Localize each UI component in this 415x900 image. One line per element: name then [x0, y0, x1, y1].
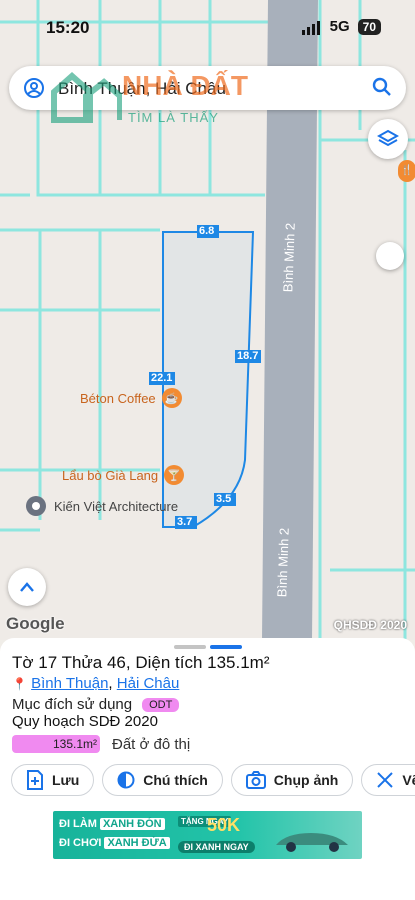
save-button[interactable]: Lưu — [11, 764, 95, 796]
signal-icon — [301, 18, 322, 35]
edge-label-right: 18.7 — [237, 350, 259, 362]
ad-line2: ĐI CHƠI XANH ĐỬA — [59, 837, 170, 849]
status-time: 15:20 — [46, 18, 90, 37]
account-icon[interactable] — [23, 77, 45, 99]
status-indicators: 5G 70 — [301, 18, 381, 35]
status-bar: 15:20 5G 70 — [0, 0, 415, 56]
battery-icon: 70 — [357, 18, 381, 35]
photo-label: Chụp ảnh — [273, 772, 339, 788]
draw-button[interactable]: Vẽ — [361, 764, 415, 796]
purpose-row: Mục đích sử dụng ODT — [12, 696, 180, 713]
add-file-icon — [27, 770, 43, 790]
poi-cafe[interactable]: Béton Coffee ☕ — [80, 388, 182, 408]
poi-architecture-label: Kiến Việt Architecture — [54, 498, 179, 514]
ad-line2-b: XANH ĐỬA — [104, 837, 170, 849]
opacity-slider-knob[interactable] — [376, 242, 404, 270]
poi-restaurant[interactable]: Lẩu bò Già Lang 🍸 — [62, 465, 185, 485]
ad-amount: 50K — [207, 815, 241, 835]
parcel-address: 📍 Bình Thuận, Hải Châu — [12, 675, 179, 692]
plan-title: Quy hoạch SDĐ 2020 — [12, 713, 158, 730]
edge-label-curve: 3.5 — [216, 493, 232, 505]
location-pin-icon: 📍 — [12, 677, 27, 691]
sheet-handle[interactable] — [174, 645, 242, 649]
edge-label-left: 22.1 — [151, 372, 173, 384]
ad-banner[interactable]: ĐI LÀM XANH ĐÓN ĐI CHƠI XANH ĐỬA TẶNG NG… — [53, 811, 362, 859]
ad-line1-a: ĐI LÀM — [59, 818, 97, 830]
poi-restaurant-label: Lẩu bò Già Lang — [62, 467, 159, 483]
place-pin-icon — [26, 496, 46, 516]
area-description: Đất ở đô thị — [112, 735, 191, 753]
area-value: 135.1m² — [12, 735, 100, 753]
google-logo: Google — [6, 614, 65, 633]
search-icon[interactable] — [372, 77, 392, 97]
search-bar[interactable]: Bình Thuận, Hải Châu — [9, 66, 406, 110]
poi-cafe-label: Béton Coffee — [80, 390, 156, 406]
ad-line1: ĐI LÀM XANH ĐÓN — [59, 818, 165, 830]
layer-badge: QHSDĐ 2020 — [333, 618, 407, 632]
edge-label-bottom: 3.7 — [177, 516, 193, 528]
road-label-bottom: Bình Minh 2 — [274, 527, 292, 598]
ad-line2-a: ĐI CHƠI — [59, 837, 102, 849]
cocktail-icon: 🍸 — [164, 465, 185, 485]
ad-line1-b: XANH ĐÓN — [99, 818, 165, 830]
save-label: Lưu — [52, 772, 80, 788]
note-label: Chú thích — [143, 772, 208, 788]
edge-label-top: 6.8 — [199, 225, 215, 237]
parcel-sheet[interactable]: Tờ 17 Thửa 46, Diện tích 135.1m² 📍 Bình … — [0, 638, 415, 900]
district-link[interactable]: Hải Châu — [117, 675, 180, 692]
ward-link[interactable]: Bình Thuận — [31, 675, 108, 692]
purpose-label: Mục đích sử dụng — [12, 696, 133, 713]
ad-car-illustration — [276, 833, 348, 852]
locate-button[interactable] — [8, 568, 46, 606]
chevron-up-icon — [20, 582, 34, 592]
coffee-icon: ☕ — [161, 388, 182, 408]
layers-icon — [377, 129, 399, 147]
note-button[interactable]: Chú thích — [102, 764, 223, 796]
ad-cta[interactable]: ĐI XANH NGAY — [178, 841, 255, 853]
search-query[interactable]: Bình Thuận, Hải Châu — [58, 79, 226, 99]
restaurant-marker-icon[interactable]: 🍴 — [398, 160, 415, 182]
contrast-icon — [117, 771, 135, 789]
ruler-pencil-icon — [377, 772, 394, 788]
road-label-top: Bình Minh 2 — [280, 222, 298, 293]
network-type: 5G — [329, 18, 350, 35]
layers-button[interactable] — [368, 119, 408, 159]
camera-icon — [245, 771, 266, 789]
parcel-title: Tờ 17 Thửa 46, Diện tích 135.1m² — [12, 653, 270, 672]
poi-architecture[interactable]: Kiến Việt Architecture — [26, 496, 178, 516]
draw-label: Vẽ — [402, 772, 415, 788]
photo-button[interactable]: Chụp ảnh — [230, 764, 354, 796]
action-buttons: Lưu Chú thích Chụp ảnh Vẽ — [11, 764, 415, 796]
address-separator: , — [108, 675, 113, 692]
area-row: 135.1m² Đất ở đô thị — [12, 735, 190, 753]
purpose-badge: ODT — [142, 697, 180, 712]
